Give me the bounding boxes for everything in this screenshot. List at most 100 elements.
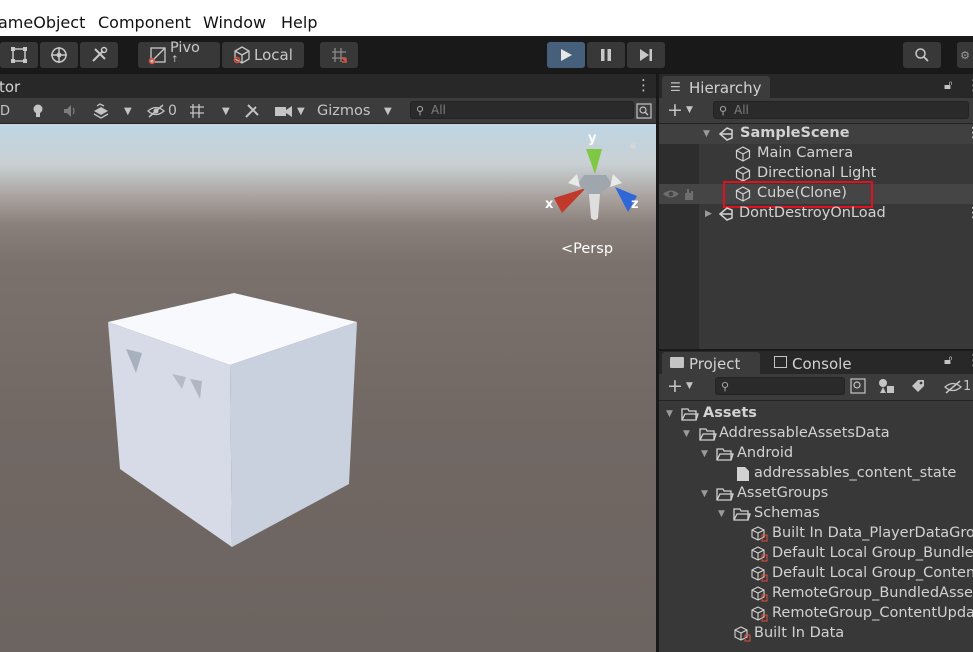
project-label: Built In Data xyxy=(754,625,845,641)
project-more-icon[interactable]: ⋮ xyxy=(966,351,973,369)
camera-toggle[interactable] xyxy=(274,102,294,120)
scene-viewport[interactable]: y x z 🔒︎ <Persp xyxy=(0,124,656,652)
create-plus-icon[interactable]: + xyxy=(667,99,683,121)
transform-tool-button[interactable] xyxy=(40,42,78,68)
visibility-eye-icon[interactable] xyxy=(662,188,680,200)
project-tab[interactable]: Project xyxy=(662,352,760,374)
camera-dropdown-icon[interactable]: ▼ xyxy=(297,102,305,120)
folder-open-icon xyxy=(733,508,751,521)
project-row-schema[interactable]: Built In Data_PlayerDataGrou xyxy=(659,524,973,544)
search-options-button[interactable] xyxy=(850,378,866,398)
create-dropdown-icon[interactable]: ▼ xyxy=(686,381,693,391)
expand-triangle-icon[interactable]: ▼ xyxy=(701,449,708,459)
audio-toggle[interactable] xyxy=(62,102,78,120)
menu-window[interactable]: Window xyxy=(203,13,266,32)
gizmo-lock-icon[interactable]: 🔒︎ xyxy=(630,138,636,152)
create-dropdown-icon[interactable]: ▼ xyxy=(686,105,693,115)
hierarchy-row-samplescene[interactable]: ▼ SampleScene ⋮ xyxy=(659,124,973,144)
menu-help[interactable]: Help xyxy=(281,13,317,32)
hierarchy-label: DontDestroyOnLoad xyxy=(739,205,886,221)
collapse-triangle-icon[interactable]: ▶ xyxy=(705,209,712,219)
project-row-built-in-data[interactable]: Built In Data xyxy=(659,624,973,644)
hierarchy-tab[interactable]: ☰ Hierarchy xyxy=(662,76,770,98)
scene-more-icon[interactable]: ⋮ xyxy=(636,76,651,94)
row-more-icon[interactable]: ⋮ xyxy=(966,205,973,221)
effects-toggle[interactable] xyxy=(92,102,110,120)
layers-icon xyxy=(93,103,109,119)
perspective-icon: < xyxy=(561,241,574,257)
project-row-schema[interactable]: Default Local Group_Conten xyxy=(659,564,973,584)
camera-icon xyxy=(275,106,292,117)
hierarchy-search-placeholder: All xyxy=(734,103,749,117)
rect-tool-icon xyxy=(11,47,27,63)
project-row-schema[interactable]: RemoteGroup_BundledAsset xyxy=(659,584,973,604)
search-button[interactable] xyxy=(903,42,941,68)
play-icon xyxy=(561,49,572,61)
gizmo-axis-y: y xyxy=(588,131,597,146)
expand-triangle-icon[interactable]: ▼ xyxy=(703,129,710,139)
pickable-hand-icon[interactable] xyxy=(682,187,696,201)
grid-toggle[interactable] xyxy=(188,102,206,120)
hierarchy-search-input[interactable]: ⚲ All xyxy=(713,101,969,119)
step-icon xyxy=(640,49,652,61)
expand-triangle-icon[interactable]: ▼ xyxy=(718,509,725,519)
local-toggle-button[interactable]: Local xyxy=(222,42,304,68)
hierarchy-row-main-camera[interactable]: Main Camera xyxy=(659,144,973,164)
local-cube-icon xyxy=(233,46,250,64)
cube-clone-object[interactable] xyxy=(100,289,365,551)
play-button[interactable] xyxy=(547,42,585,68)
expand-triangle-icon[interactable]: ▼ xyxy=(666,409,673,419)
row-more-icon[interactable]: ⋮ xyxy=(966,125,973,141)
project-label: Built In Data_PlayerDataGrou xyxy=(772,525,973,541)
grid-snap-button[interactable] xyxy=(320,42,358,68)
create-plus-icon[interactable]: + xyxy=(667,375,683,397)
projection-toggle[interactable]: <Persp xyxy=(561,241,613,257)
scene-search-input[interactable]: ⚲ All xyxy=(410,101,634,119)
pause-button[interactable] xyxy=(587,42,625,68)
hierarchy-lock-icon[interactable]: 🔓︎ xyxy=(944,78,952,93)
scene-tab-label[interactable]: tor xyxy=(0,78,20,96)
project-row-addressables-content-state[interactable]: addressables_content_state xyxy=(659,464,973,484)
hierarchy-label: Directional Light xyxy=(757,165,877,181)
grid-dropdown-icon[interactable]: ▼ xyxy=(222,102,230,120)
project-search-input[interactable]: ⚲ xyxy=(715,377,845,395)
scene-2d-toggle[interactable]: D xyxy=(0,102,10,120)
project-row-android[interactable]: ▼ Android xyxy=(659,444,973,464)
hierarchy-label: Main Camera xyxy=(757,145,854,161)
menu-component[interactable]: Component xyxy=(98,13,191,32)
project-row-addressableassetsdata[interactable]: ▼ AddressableAssetsData xyxy=(659,424,973,444)
hidden-packages-toggle[interactable]: 1 xyxy=(943,379,971,395)
gizmos-button[interactable]: Gizmos xyxy=(317,102,370,120)
step-button[interactable] xyxy=(627,42,665,68)
expand-triangle-icon[interactable]: ▼ xyxy=(701,489,708,499)
hierarchy-more-icon[interactable]: ⋮ xyxy=(966,76,973,94)
scriptable-object-icon xyxy=(751,606,768,622)
project-row-schema[interactable]: Default Local Group_Bundlec xyxy=(659,544,973,564)
collab-button[interactable]: ⚙ xyxy=(957,42,973,68)
project-row-assets[interactable]: ▼ Assets xyxy=(659,404,973,424)
console-tab[interactable]: Console xyxy=(772,352,872,374)
scene-toolbar: D ▼ 0 ▼ ▼ Gizmos ▼ ⚲ All xyxy=(0,98,656,124)
project-row-schema[interactable]: RemoteGroup_ContentUpdat xyxy=(659,604,973,624)
lighting-toggle[interactable] xyxy=(30,102,46,120)
effects-dropdown-icon[interactable]: ▼ xyxy=(124,102,132,120)
gizmos-dropdown-icon[interactable]: ▼ xyxy=(384,102,392,120)
scene-visibility-toggle[interactable]: 0 xyxy=(146,102,177,120)
pivot-toggle-button[interactable]: Pivo ↑ xyxy=(138,40,220,68)
project-lock-icon[interactable]: 🔓︎ xyxy=(944,353,952,368)
filter-label-button[interactable] xyxy=(910,378,926,398)
custom-tool-button[interactable] xyxy=(80,42,118,68)
scriptable-object-icon xyxy=(751,566,768,582)
scene-tools-toggle[interactable] xyxy=(243,102,261,120)
project-row-schemas[interactable]: ▼ Schemas xyxy=(659,504,973,524)
search-icon xyxy=(915,48,929,62)
hierarchy-row-dontdestroyonload[interactable]: ▶ DontDestroyOnLoad ⋮ xyxy=(659,204,973,224)
project-row-assetgroups[interactable]: ▼ AssetGroups xyxy=(659,484,973,504)
gizmo-axis-z: z xyxy=(631,197,639,212)
rect-tool-button[interactable] xyxy=(0,42,38,68)
filter-type-button[interactable] xyxy=(878,378,896,398)
scene-search-options[interactable] xyxy=(636,102,652,120)
menu-gameobject[interactable]: ameObject xyxy=(0,13,85,32)
scriptable-object-icon xyxy=(734,626,751,642)
expand-triangle-icon[interactable]: ▼ xyxy=(683,429,690,439)
